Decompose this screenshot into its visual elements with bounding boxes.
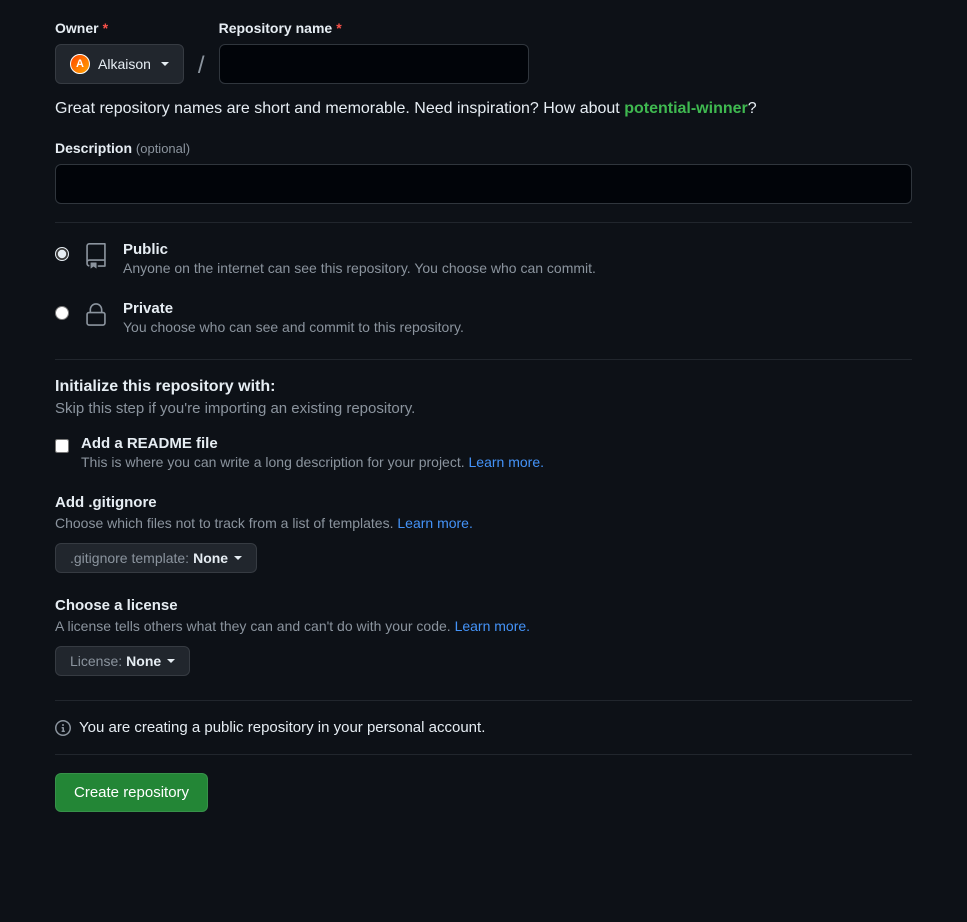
divider <box>55 700 912 701</box>
public-radio[interactable] <box>55 247 69 261</box>
create-repository-button[interactable]: Create repository <box>55 773 208 812</box>
license-learn-more-link[interactable]: Learn more. <box>455 618 530 634</box>
repo-name-label: Repository name* <box>219 20 529 36</box>
required-asterisk: * <box>103 20 108 36</box>
optional-text: (optional) <box>136 141 190 156</box>
license-button[interactable]: License: None <box>55 646 190 676</box>
divider <box>55 359 912 360</box>
gitignore-heading: Add .gitignore <box>55 494 912 511</box>
name-hint: Great repository names are short and mem… <box>55 100 912 118</box>
private-radio[interactable] <box>55 306 69 320</box>
chevron-down-icon <box>234 556 242 560</box>
owner-label: Owner* <box>55 20 184 36</box>
info-message-text: You are creating a public repository in … <box>79 719 485 736</box>
required-asterisk: * <box>336 20 341 36</box>
avatar: A <box>70 54 90 74</box>
readme-checkbox[interactable] <box>55 439 69 453</box>
public-desc: Anyone on the internet can see this repo… <box>123 260 912 276</box>
chevron-down-icon <box>161 62 169 66</box>
license-desc: A license tells others what they can and… <box>55 618 912 634</box>
divider <box>55 222 912 223</box>
private-desc: You choose who can see and commit to thi… <box>123 319 912 335</box>
info-message-row: You are creating a public repository in … <box>55 719 912 736</box>
divider <box>55 754 912 755</box>
readme-learn-more-link[interactable]: Learn more. <box>469 454 544 470</box>
owner-username: Alkaison <box>98 56 151 72</box>
slash-separator: / <box>198 52 205 84</box>
lock-icon <box>83 302 109 328</box>
private-title: Private <box>123 300 912 317</box>
public-title: Public <box>123 241 912 258</box>
initialize-subtitle: Skip this step if you're importing an ex… <box>55 400 912 417</box>
gitignore-template-button[interactable]: .gitignore template: None <box>55 543 257 573</box>
license-heading: Choose a license <box>55 597 912 614</box>
readme-desc: This is where you can write a long descr… <box>81 454 912 470</box>
readme-title: Add a README file <box>81 435 912 452</box>
initialize-heading: Initialize this repository with: <box>55 378 912 396</box>
info-icon <box>55 720 71 736</box>
gitignore-desc: Choose which files not to track from a l… <box>55 515 912 531</box>
repo-icon <box>83 243 109 269</box>
description-input[interactable] <box>55 164 912 204</box>
description-label: Description (optional) <box>55 140 912 156</box>
gitignore-learn-more-link[interactable]: Learn more. <box>397 515 472 531</box>
owner-select-button[interactable]: A Alkaison <box>55 44 184 84</box>
chevron-down-icon <box>167 659 175 663</box>
repo-name-input[interactable] <box>219 44 529 84</box>
suggestion-link[interactable]: potential-winner <box>624 100 748 117</box>
